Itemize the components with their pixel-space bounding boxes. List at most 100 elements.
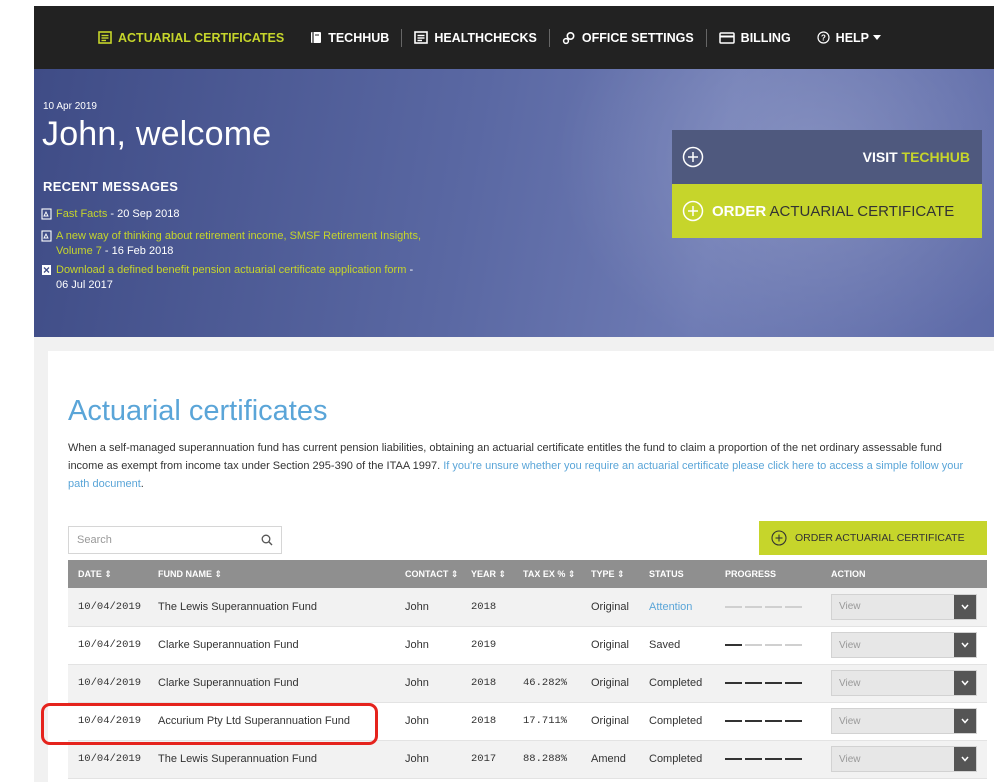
order-label-rest: ACTUARIAL CERTIFICATE [766,202,955,220]
recent-messages-heading: RECENT MESSAGES [43,179,179,194]
col-year[interactable]: YEAR ⇕ [461,560,513,588]
welcome-title: John, welcome [42,115,272,153]
help-circle-icon: ? [817,31,830,44]
progress-segment [765,720,782,722]
chevron-down-icon[interactable] [954,594,976,619]
col-progress: PROGRESS [725,569,777,579]
order-button-label: ORDER ACTUARIAL CERTIFICATE [795,532,965,544]
cell-type: Original [591,677,629,689]
progress-bar [725,682,821,684]
message-link[interactable]: Download a defined benefit pension actua… [56,264,406,276]
progress-segment [765,644,782,646]
current-date: 10 Apr 2019 [43,101,97,112]
table-row[interactable]: 10/04/2019 The Lewis Superannuation Fund J… [68,740,987,778]
cell-year: 2018 [471,715,497,727]
cell-progress [715,588,821,626]
main-nav: ACTUARIAL CERTIFICATES TECHHUB HEALTHCHE… [34,6,994,69]
cell-status[interactable]: Attention [639,588,715,626]
progress-segment [725,682,742,684]
cell-tax-ex [513,588,581,626]
chevron-down-icon[interactable] [954,633,976,657]
progress-bar [725,644,821,646]
message-link[interactable]: Fast Facts [56,208,107,220]
action-value: View [839,639,861,651]
cell-action: View [821,664,987,702]
order-certificate-button[interactable]: ORDER ACTUARIAL CERTIFICATE [759,521,987,555]
col-contact[interactable]: CONTACT ⇕ [395,560,461,588]
action-select[interactable]: View [831,632,977,658]
search-input[interactable] [77,534,247,546]
plus-circle-icon [682,200,704,222]
cell-type: Original [591,715,629,727]
col-date[interactable]: DATE ⇕ [68,560,148,588]
nav-item-techhub[interactable]: TECHHUB [310,31,389,45]
svg-text:?: ? [821,33,826,42]
pdf-icon [41,208,56,225]
cell-action: View [821,740,987,778]
progress-segment [785,758,802,760]
nav-item-help[interactable]: ? HELP [817,31,882,45]
visit-techhub-button[interactable]: VISIT TECHHUB [672,130,982,184]
cell-type: Amend [591,753,626,765]
nav-item-healthchecks[interactable]: HEALTHCHECKS [414,31,537,45]
cell-type: Original [591,600,629,613]
cell-contact: John [405,600,429,613]
cell-fund-name: The Lewis Superannuation Fund [158,600,317,613]
cell-tax-ex: 88.288% [523,753,568,765]
action-select[interactable]: View [831,746,977,772]
cell-progress [715,626,821,664]
cell-status: Saved [649,639,681,651]
progress-segment [725,758,742,760]
nav-item-office-settings[interactable]: OFFICE SETTINGS [562,31,694,45]
section-title: Actuarial certificates [68,395,328,427]
col-type[interactable]: TYPE ⇕ [581,560,639,588]
cell-fund-name: Clarke Superannuation Fund [158,639,299,651]
action-select[interactable]: View [831,593,977,620]
col-tax-ex[interactable]: TAX EX % ⇕ [513,560,581,588]
nav-label: OFFICE SETTINGS [581,30,694,45]
nav-item-billing[interactable]: BILLING [718,31,791,45]
nav-label: TECHHUB [328,30,390,45]
gears-icon [562,31,576,45]
cell-date: 10/04/2019 [78,639,142,651]
nav-label: HEALTHCHECKS [434,30,537,45]
table-row[interactable]: 10/04/2019 The Lewis Superannuation Fund J… [68,588,987,626]
visit-label: VISIT [862,149,902,165]
cell-action: View [821,626,987,664]
nav-separator [548,28,550,47]
nav-separator [705,28,707,47]
order-certificate-hero-button[interactable]: ORDER ACTUARIAL CERTIFICATE [672,184,982,238]
progress-segment [725,605,742,608]
certificates-table: DATE ⇕ FUND NAME ⇕ CONTACT ⇕ YEAR ⇕ TAX … [68,560,987,779]
nav-item-actuarial-certificates[interactable]: ACTUARIAL CERTIFICATES [98,31,284,45]
progress-segment [785,682,802,684]
col-status: STATUS [649,569,684,579]
message-item: Fast Facts - 20 Sep 2018 [41,207,421,225]
progress-segment [745,644,762,646]
table-row[interactable]: 10/04/2019 Clarke Superannuation Fund John… [68,664,987,702]
col-action: ACTION [831,569,866,579]
cell-status: Completed [649,677,703,689]
excel-icon [41,264,56,281]
progress-bar [725,605,821,608]
message-item: Download a defined benefit pension actua… [41,263,421,293]
cell-contact: John [405,639,429,651]
cell-status: Completed [649,715,703,727]
cell-progress [715,664,821,702]
col-fund-name[interactable]: FUND NAME ⇕ [148,560,395,588]
chevron-down-icon[interactable] [954,709,976,733]
chevron-down-icon[interactable] [954,671,976,695]
highlight-annotation [41,703,378,745]
cell-tax-ex [513,626,581,664]
search-icon[interactable] [261,534,273,546]
chevron-down-icon[interactable] [954,747,976,771]
cell-fund-name: Clarke Superannuation Fund [158,677,299,689]
table-row[interactable]: 10/04/2019 Clarke Superannuation Fund John… [68,626,987,664]
action-select[interactable]: View [831,670,977,696]
table-header-row: DATE ⇕ FUND NAME ⇕ CONTACT ⇕ YEAR ⇕ TAX … [68,560,987,588]
action-select[interactable]: View [831,708,977,734]
progress-segment [745,605,762,608]
cell-date: 10/04/2019 [78,753,142,765]
action-value: View [839,677,861,689]
cell-year: 2018 [471,677,497,689]
